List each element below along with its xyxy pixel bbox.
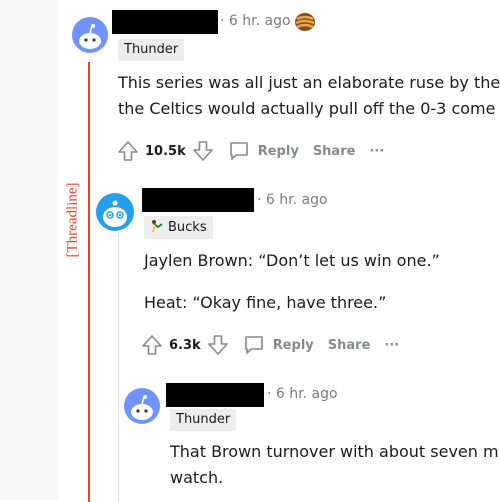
redacted-username[interactable]: [112, 10, 218, 34]
bucks-flair-icon: [152, 220, 163, 233]
award-icon: [295, 13, 315, 31]
user-flair: Thunder: [118, 39, 185, 61]
upvote-icon[interactable]: [117, 140, 139, 162]
comment-body-line: watch.: [170, 468, 224, 487]
comment-body-line: Heat: “Okay fine, have three.”: [144, 293, 387, 312]
comment-body-line: This series was all just an elaborate ru…: [118, 73, 500, 92]
comment-timestamp[interactable]: · 6 hr. ago: [220, 13, 291, 29]
reply-button[interactable]: Reply: [228, 140, 299, 162]
snoo-icon: [131, 395, 153, 420]
snoo-icon: [103, 200, 127, 227]
comment-body-line: Jaylen Brown: “Don’t let us win one.”: [144, 251, 440, 270]
threadline-highlight: [88, 62, 90, 502]
avatar[interactable]: [124, 388, 160, 424]
more-options-button[interactable]: ···: [369, 144, 384, 159]
share-button[interactable]: Share: [328, 338, 371, 353]
comment-actions: 10.5k Reply Share ···: [117, 139, 384, 163]
user-flair: Bucks: [144, 216, 213, 239]
snoo-icon: [79, 24, 101, 49]
downvote-icon[interactable]: [207, 334, 229, 356]
user-flair: Thunder: [170, 409, 237, 431]
left-gutter: [0, 0, 58, 500]
comment-body-line: That Brown turnover with about seven m: [170, 442, 499, 461]
vote-score: 10.5k: [145, 143, 186, 159]
redacted-username[interactable]: [166, 383, 264, 407]
comment-body-line: the Celtics would actually pull off the …: [118, 99, 496, 118]
more-options-button[interactable]: ···: [384, 338, 399, 353]
vote-score: 6.3k: [169, 337, 201, 353]
comment-timestamp[interactable]: · 6 hr. ago: [257, 192, 328, 208]
upvote-icon[interactable]: [141, 334, 163, 356]
avatar[interactable]: [96, 193, 134, 231]
redacted-username[interactable]: [142, 188, 254, 212]
thread-line: [118, 232, 119, 502]
downvote-icon[interactable]: [192, 140, 214, 162]
threadline-annotation: [Threadline]: [64, 182, 81, 258]
comment-timestamp[interactable]: · 6 hr. ago: [267, 386, 338, 402]
comment-bubble-icon: [244, 336, 263, 354]
reply-button[interactable]: Reply: [243, 334, 314, 356]
comment-actions: 6.3k Reply Share ···: [141, 333, 399, 357]
share-button[interactable]: Share: [313, 144, 356, 159]
comment-bubble-icon: [229, 142, 248, 160]
avatar[interactable]: [72, 17, 108, 53]
